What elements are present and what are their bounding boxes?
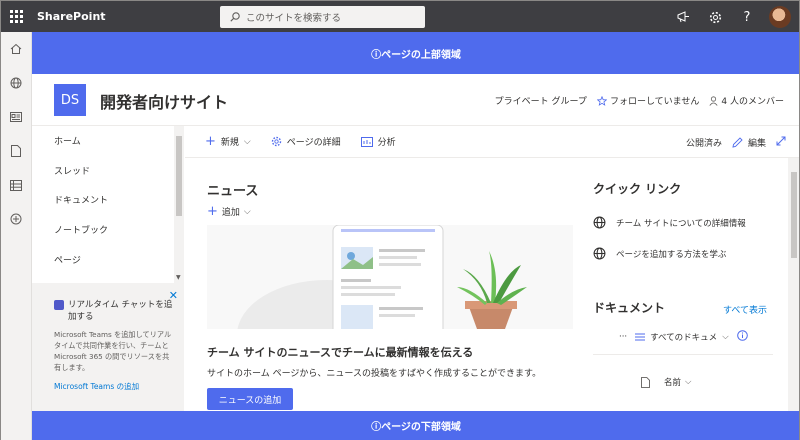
- add-teams-link[interactable]: Microsoft Teams の追加: [54, 381, 174, 392]
- show-all-link[interactable]: すべて表示: [723, 303, 767, 316]
- teams-card: ✕ リアルタイム チャットを追加する Microsoft Teams を追加して…: [32, 283, 184, 411]
- view-label: すべてのドキュメ: [650, 333, 718, 343]
- pencil-icon: [732, 136, 743, 148]
- chevron-down-icon: ⌵: [243, 136, 251, 147]
- quick-link-label: チーム サイトについての詳細情報: [616, 218, 746, 229]
- follow-button[interactable]: フォローしていません: [596, 94, 700, 107]
- news-headline: チーム サイトのニュースでチームに最新情報を伝える: [207, 346, 474, 359]
- megaphone-icon[interactable]: [667, 1, 699, 33]
- teams-card-description: Microsoft Teams を追加してリアルタイムで共同作業を行い、チームと…: [54, 330, 172, 372]
- new-button[interactable]: + 新規 ⌵: [205, 134, 251, 149]
- nav-item-documents[interactable]: ドキュメント: [32, 185, 174, 215]
- page-details-button[interactable]: ページの詳細: [271, 135, 341, 148]
- news-illustration: [207, 225, 573, 329]
- add-label: 追加: [221, 208, 240, 218]
- name-column-label: 名前: [664, 378, 682, 388]
- analytics-label: 分析: [377, 138, 396, 148]
- nav-item-home[interactable]: ホーム: [32, 126, 174, 156]
- add-news-menu[interactable]: + 追加 ⌵: [207, 204, 251, 219]
- star-icon: [596, 95, 607, 106]
- quick-links-title: クイック リンク: [593, 182, 682, 196]
- more-icon[interactable]: ···: [619, 332, 627, 342]
- help-icon[interactable]: ?: [731, 1, 763, 33]
- news-icon[interactable]: [1, 100, 31, 134]
- analytics-icon: [360, 136, 373, 147]
- nav-item-pages[interactable]: ページ: [32, 244, 174, 274]
- left-navigation: ホーム スレッド ドキュメント ノートブック ページ ▼ ✕ リアルタイム チャ…: [32, 126, 184, 411]
- app-bar: [0, 32, 32, 440]
- nav-item-threads[interactable]: スレッド: [32, 156, 174, 186]
- quick-link-label: ページを追加する方法を学ぶ: [616, 249, 727, 260]
- documents-title: ドキュメント: [593, 301, 666, 315]
- edit-label: 編集: [747, 138, 766, 149]
- page-details-label: ページの詳細: [286, 138, 341, 148]
- new-label: 新規: [220, 138, 239, 148]
- close-icon[interactable]: ✕: [169, 289, 178, 302]
- file-icon[interactable]: [1, 134, 31, 168]
- person-icon: [709, 95, 718, 106]
- news-description: サイトのホーム ページから、ニュースの投稿をすばやく作成することができます。: [207, 369, 542, 379]
- main-scroll-thumb[interactable]: [791, 172, 797, 258]
- edit-button[interactable]: 編集: [732, 136, 766, 149]
- file-type-icon: [641, 376, 650, 388]
- create-icon[interactable]: [1, 202, 31, 236]
- top-region: ⓘページの上部領域: [32, 32, 800, 74]
- site-header: DS 開発者向けサイト プライベート グループ フォローしていません 4 人のメ…: [32, 74, 800, 126]
- teams-icon: [54, 300, 64, 310]
- avatar[interactable]: [769, 6, 791, 28]
- list-view-icon: [635, 333, 646, 341]
- home-icon[interactable]: [1, 32, 31, 66]
- bottom-region: ⓘページの下部領域: [32, 411, 800, 440]
- gear-icon: [271, 136, 281, 147]
- view-selector[interactable]: すべてのドキュメ ⌵: [635, 331, 729, 343]
- add-news-button[interactable]: ニュースの追加: [207, 388, 293, 410]
- chevron-down-icon: ⌵: [685, 377, 692, 387]
- follow-label: フォローしていません: [609, 97, 700, 107]
- news-title: ニュース: [207, 184, 259, 199]
- analytics-button[interactable]: 分析: [360, 135, 396, 148]
- info-icon[interactable]: [736, 330, 748, 344]
- quick-link-item[interactable]: チーム サイトについての詳細情報: [593, 216, 746, 229]
- nav-scroll-thumb[interactable]: [176, 136, 182, 216]
- search-icon: [230, 12, 240, 22]
- globe-icon[interactable]: [1, 66, 31, 100]
- search-box[interactable]: このサイトを検索する: [220, 6, 425, 28]
- published-status: 公開済み: [685, 138, 722, 149]
- chevron-down-icon: ⌵: [722, 332, 729, 342]
- waffle-icon[interactable]: [1, 1, 31, 33]
- lists-icon[interactable]: [1, 168, 31, 202]
- globe-icon: [593, 247, 606, 260]
- command-bar: + 新規 ⌵ ページの詳細 分析 公開済み 編集: [185, 126, 800, 158]
- teams-card-title: リアルタイム チャットを追加する: [68, 300, 173, 322]
- members-label: 4 人のメンバー: [721, 97, 784, 107]
- privacy-label: プライベート グループ: [494, 97, 587, 107]
- site-title[interactable]: 開発者向けサイト: [100, 89, 228, 113]
- globe-icon: [593, 216, 606, 229]
- scroll-down-icon[interactable]: ▼: [176, 274, 181, 281]
- nav-item-notebook[interactable]: ノートブック: [32, 215, 174, 245]
- app-brand[interactable]: SharePoint: [37, 10, 106, 23]
- name-column-header[interactable]: 名前 ⌵: [664, 376, 691, 388]
- news-webpart: ニュース + 追加 ⌵ チーム サイトのニュースでチームに最新情報を伝える サイ…: [207, 158, 573, 411]
- suite-bar: SharePoint このサイトを検索する ?: [0, 0, 800, 32]
- quick-link-item[interactable]: ページを追加する方法を学ぶ: [593, 247, 726, 260]
- plus-icon: +: [205, 134, 216, 149]
- divider: [593, 354, 773, 355]
- nav-scrollbar[interactable]: ▼: [174, 126, 184, 283]
- search-input[interactable]: このサイトを検索する: [246, 10, 341, 24]
- chevron-down-icon: ⌵: [243, 206, 251, 217]
- site-logo[interactable]: DS: [54, 84, 86, 116]
- plus-icon: +: [207, 204, 218, 219]
- right-column: クイック リンク チーム サイトについての詳細情報 ページを追加する方法を学ぶ …: [593, 158, 773, 411]
- expand-icon[interactable]: [776, 136, 786, 149]
- members-button[interactable]: 4 人のメンバー: [709, 94, 784, 107]
- gear-icon[interactable]: [699, 1, 731, 33]
